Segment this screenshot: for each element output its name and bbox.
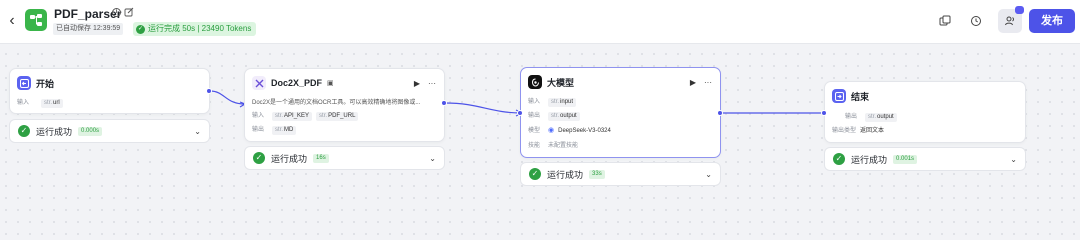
result-time: 0.001s (893, 154, 918, 164)
skill-value: 未配置技能 (548, 143, 579, 149)
input-param-tag: str.API_KEY (272, 111, 313, 121)
plugin-icon (252, 76, 266, 90)
llm-icon (528, 75, 542, 89)
node-title: 大模型 (547, 77, 575, 88)
plugin-badge-icon: ▣ (327, 80, 334, 87)
output-type-label: 输出类型 (832, 128, 857, 134)
chevron-down-icon[interactable]: ⌄ (1010, 155, 1017, 164)
result-time: 33s (589, 169, 605, 179)
output-param-tag: str.output (548, 111, 580, 121)
check-circle-icon: ✓ (18, 125, 30, 137)
node-description: Doc2X是一个通用的文档OCR工具。可以高效精确地将图像或... (252, 100, 421, 106)
end-input-port[interactable] (821, 110, 827, 116)
start-output-port[interactable] (206, 88, 212, 94)
end-icon (832, 89, 846, 103)
end-run-result[interactable]: ✓ 运行成功 0.001s ⌄ (824, 147, 1026, 171)
output-type-value: 返回文本 (860, 128, 885, 134)
start-node[interactable]: 开始 输入 str.url (9, 68, 210, 114)
doc2x-output-port[interactable] (441, 100, 447, 106)
node-title: Doc2X_PDF (271, 78, 323, 88)
run-node-icon[interactable]: ▶ (414, 79, 420, 88)
llm-run-result[interactable]: ✓ 运行成功 33s ⌄ (520, 162, 721, 186)
output-label: 输出 (528, 113, 541, 119)
chevron-down-icon[interactable]: ⌄ (705, 170, 712, 179)
result-label: 运行成功 (36, 126, 73, 137)
input-label: 输入 (17, 100, 30, 106)
deepseek-whale-icon: ◉ (548, 127, 555, 134)
input-param-tag: str.input (548, 97, 577, 107)
input-label: 输入 (528, 99, 541, 105)
more-options-icon[interactable]: ··· (704, 78, 712, 87)
run-node-icon[interactable]: ▶ (690, 78, 696, 87)
result-label: 运行成功 (547, 169, 584, 180)
check-circle-icon: ✓ (529, 168, 541, 180)
chevron-down-icon[interactable]: ⌄ (194, 127, 201, 136)
result-time: 0.000s (78, 126, 103, 136)
llm-input-port[interactable] (517, 110, 523, 116)
llm-output-port[interactable] (717, 110, 723, 116)
check-circle-icon: ✓ (833, 153, 845, 165)
model-name: DeepSeek-V3-0324 (558, 128, 611, 134)
model-label: 模型 (528, 128, 541, 134)
output-label: 输出 (252, 127, 265, 133)
chevron-down-icon[interactable]: ⌄ (429, 154, 436, 163)
result-label: 运行成功 (851, 154, 888, 165)
input-label: 输入 (252, 113, 265, 119)
result-time: 16s (313, 153, 329, 163)
input-param-tag: str.url (41, 98, 63, 108)
output-param-tag: str.MD (272, 125, 297, 135)
node-title: 结束 (851, 91, 870, 102)
start-run-result[interactable]: ✓ 运行成功 0.000s ⌄ (9, 119, 210, 143)
doc2x-node[interactable]: Doc2X_PDF ▣ ▶ ··· Doc2X是一个通用的文档OCR工具。可以高… (244, 68, 445, 142)
output-label: 输出 (845, 114, 858, 120)
doc2x-run-result[interactable]: ✓ 运行成功 16s ⌄ (244, 146, 445, 170)
start-icon (17, 76, 31, 90)
output-param-tag: str.output (865, 112, 897, 122)
skill-label: 技能 (528, 143, 541, 149)
input-param-tag: str.PDF_URL (316, 111, 359, 121)
result-label: 运行成功 (271, 153, 308, 164)
more-options-icon[interactable]: ··· (428, 79, 436, 88)
check-circle-icon: ✓ (253, 152, 265, 164)
end-node[interactable]: 结束 输出 str.output 输出类型 返回文本 (824, 81, 1026, 143)
node-title: 开始 (36, 78, 55, 89)
llm-node[interactable]: 大模型 ▶ ··· 输入 str.input 输出 str.output 模型 … (520, 67, 721, 158)
